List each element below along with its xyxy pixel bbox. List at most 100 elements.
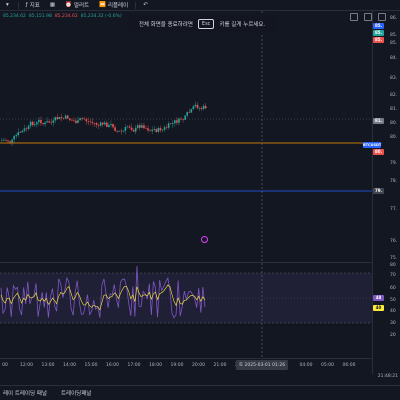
candle-body [93, 123, 96, 124]
alarm-icon: ⏰ [65, 2, 72, 8]
candle-body [169, 123, 172, 125]
time-tick: 21:00 [213, 363, 227, 368]
tab-trading-panel-2[interactable]: 트레이딩패널 [61, 389, 91, 397]
candle-body [44, 122, 46, 125]
templates-icon: ▦ [49, 2, 56, 8]
candle-body [200, 107, 203, 109]
toolbar-replay[interactable]: ⏪ 리플레이 [95, 0, 132, 11]
candle-body [114, 127, 116, 132]
layout-icon[interactable] [350, 13, 358, 21]
candle-body [101, 122, 104, 125]
indicators-icon: ƒ [25, 2, 28, 8]
candle-body [36, 122, 38, 125]
candle-body [157, 128, 160, 132]
candle-body [110, 124, 112, 125]
candle-body [122, 130, 125, 132]
candle-body [99, 122, 102, 126]
candle-body [75, 120, 77, 124]
price-tick: 82. [390, 93, 398, 98]
candle-body [139, 125, 141, 128]
candle-body [149, 130, 151, 132]
candle-body [79, 118, 81, 121]
candle-body [204, 105, 207, 109]
candle-body [58, 117, 61, 120]
toolbar-undo[interactable]: ↶ [139, 0, 152, 11]
candle-body [171, 123, 174, 125]
replay-icon: ⏪ [99, 2, 106, 8]
candle-body [194, 104, 197, 107]
candle-body [186, 112, 188, 116]
candle-body [5, 139, 7, 141]
tab-trading-panel-1[interactable]: 레이 트레이딩 패널 [3, 389, 47, 397]
candle-body [71, 120, 73, 121]
candle-body [33, 124, 36, 126]
candle-body [95, 123, 98, 125]
candle-body [104, 122, 106, 125]
candle-body [163, 127, 166, 130]
candle-body [182, 119, 184, 120]
candle-body [46, 121, 48, 123]
candle-body [31, 121, 34, 126]
candle-body [118, 130, 121, 132]
rsi-tick: 20 [390, 333, 396, 338]
rsi-tick: 40 [390, 309, 396, 314]
candle-body [136, 125, 139, 128]
price-axis[interactable]: 86. 85. 85. 84. 83. 82. 81. 80. 80. 79. 78. 77. 76. 7… [363, 11, 400, 374]
candle-body [130, 127, 133, 130]
time-axis[interactable]: 06:0005:0004:003월23:0022:0021:0020:0019:… [0, 358, 372, 373]
pane-marker-icon[interactable] [201, 236, 208, 243]
price-tag: 85. [373, 37, 384, 43]
chart-canvas[interactable] [0, 11, 372, 358]
price-tick: 77. [390, 207, 398, 212]
candle-body [145, 128, 147, 129]
toolbar-templates[interactable]: ▦ [46, 0, 59, 11]
price-tag: 85. [373, 30, 384, 36]
price-tick: 80. [390, 135, 398, 140]
clock: 21:48:21 [377, 374, 398, 379]
rsi-tick: 50 [390, 298, 396, 303]
time-tick: 04:00 [299, 363, 313, 368]
toolbar-indicators[interactable]: ƒ 지표 [22, 0, 44, 11]
price-tick: 81. [390, 107, 398, 112]
candle-body [3, 139, 5, 141]
candle-body [62, 117, 65, 119]
candle-body [192, 106, 195, 110]
candle-body [202, 105, 205, 109]
candle-body [66, 115, 69, 119]
candle-body [15, 135, 18, 137]
time-tick: 13:00 [41, 363, 55, 368]
candle-body [1, 140, 3, 142]
crosshair-time-label: 토 2025-03-01 01:26 [235, 360, 289, 370]
candle-body [153, 129, 156, 130]
price-tick: 86. [390, 16, 398, 21]
candle-body [106, 122, 108, 127]
time-tick: 12:00 [20, 363, 33, 368]
candlestick-series [1, 101, 207, 147]
time-tick: 05:00 [321, 363, 334, 368]
price-tag: 81. [373, 118, 384, 124]
pane-separator[interactable] [0, 262, 372, 263]
toolbar-alert[interactable]: ⏰ 얼러트 [61, 0, 93, 11]
settings-icon[interactable] [364, 13, 372, 21]
time-tick: 17:00 [127, 363, 141, 368]
candle-body [52, 120, 55, 123]
candle-body [91, 122, 94, 124]
toolbar-dropdown[interactable]: ▾ [2, 0, 15, 11]
candle-body [23, 128, 26, 131]
candle-body [25, 128, 28, 130]
rsi-tag: 40 [373, 305, 384, 311]
candle-body [174, 120, 176, 124]
toolbar-divider [17, 1, 19, 9]
candle-body [87, 121, 90, 122]
candle-body [143, 125, 145, 129]
banner-text-right: 키를 길게 누르세요. [219, 21, 266, 28]
candle-body [190, 109, 193, 113]
bottom-panel-tabs: 레이 트레이딩 패널 트레이딩패널 [0, 385, 400, 400]
banner-text-left: 전체 화면을 종료하려면 [138, 21, 193, 28]
time-tick: 06:00 [342, 363, 356, 368]
candle-body [17, 132, 20, 136]
rsi-tick: 30 [390, 321, 396, 326]
candle-body [151, 129, 153, 132]
candle-body [73, 120, 75, 122]
candle-body [126, 126, 129, 128]
